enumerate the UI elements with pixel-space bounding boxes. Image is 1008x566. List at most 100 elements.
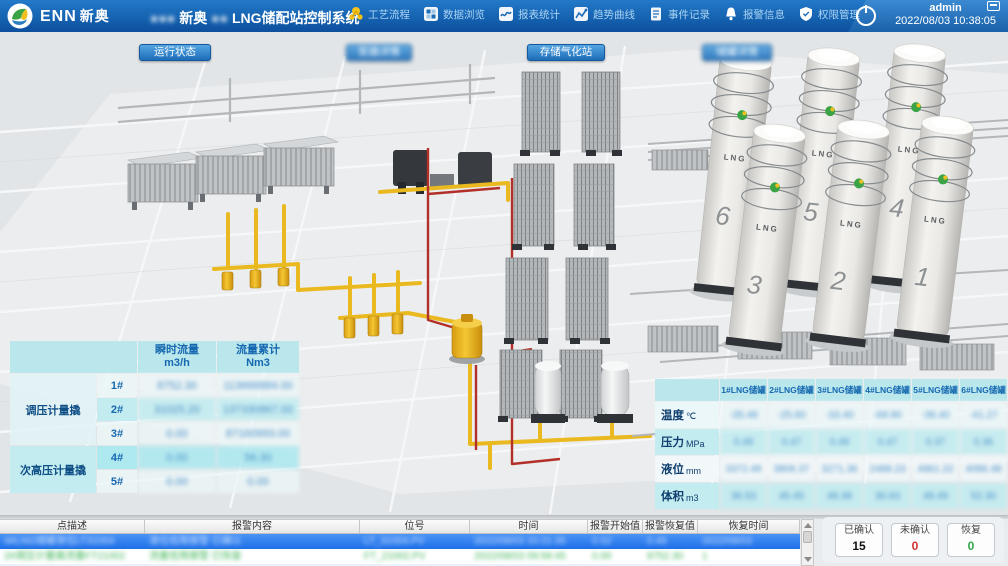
acknowledged-count-box: 已确认 15 [835, 523, 883, 557]
row-label-volume: 体积 m3 [655, 483, 719, 509]
flow-value: 0.00 [138, 470, 216, 493]
group-pressure-regulating: 调压计量撬 [10, 374, 96, 445]
nav-button-pump-skid-detail[interactable]: 泵撬详情 [346, 44, 412, 61]
nav-button-storage-vaporization[interactable]: 存储气化站 [527, 44, 605, 61]
col-alarm-start-value: 报警开始值 [588, 520, 643, 533]
level-value: 3372.49 [720, 456, 767, 482]
tank-col-header: 1#LNG储罐 [720, 379, 767, 401]
toolbar-item-alarm-info[interactable]: 报警信息 [723, 6, 785, 22]
temp-value: -35.48 [720, 402, 767, 428]
temp-value: -41.27 [960, 402, 1007, 428]
alarm-row-selected[interactable]: 4#LNG储罐液位LT31004 液位低限报警 已确认 LT_31004.PV … [0, 534, 800, 549]
pressure-value: 0.47 [768, 429, 815, 455]
flow-value: 0.00 [138, 422, 216, 445]
alarm-summary-panel: 已确认 15 未确认 0 恢复 0 [822, 517, 1004, 563]
level-value: 3806.37 [768, 456, 815, 482]
total-value: 56.30 [217, 446, 299, 469]
alarm-panel: 点描述 报警内容 位号 时间 报警开始值 报警恢复值 恢复时间 4#LNG储罐液… [0, 515, 1008, 566]
unacknowledged-count: 0 [911, 539, 919, 553]
row-id: 4# [97, 446, 137, 469]
row-label-temperature: 温度 ℃ [655, 402, 719, 428]
toolbar-item-event-log[interactable]: 事件记录 [648, 6, 710, 22]
level-value: 2488.23 [864, 456, 911, 482]
pressure-value: 0.36 [960, 429, 1007, 455]
row-id: 5# [97, 470, 137, 493]
power-button[interactable] [856, 5, 876, 26]
tank-col-header: 6#LNG储罐 [960, 379, 1007, 401]
level-value: 3271.36 [816, 456, 863, 482]
tank-parameters-table: 1#LNG储罐 2#LNG储罐 3#LNG储罐 4#LNG储罐 5#LNG储罐 … [655, 379, 1007, 509]
group-sub-high-pressure: 次高压计量撬 [10, 446, 96, 493]
datetime: 2022/08/03 10:38:05 [895, 15, 996, 27]
level-value: 4961.22 [912, 456, 959, 482]
total-value: 87160993.00 [217, 422, 299, 445]
flow-col-header: 瞬时流量 m3/h [138, 341, 216, 373]
odorizer-tank [449, 314, 485, 364]
alarm-scrollbar[interactable] [801, 519, 814, 566]
page-title: ●●● 新奥 ●● LNG储配站控制系统 [150, 10, 360, 26]
nav-button-run-status[interactable]: 运行状态 [139, 44, 211, 61]
process-flow-icon [349, 7, 363, 20]
total-value: 137330867.00 [217, 398, 299, 421]
toolbar-item-permission[interactable]: 权限管理 [798, 6, 860, 22]
total-col-header: 流量累计 Nm3 [217, 341, 299, 373]
total-value: 113666884.00 [217, 374, 299, 397]
volume-value: 30.63 [864, 483, 911, 509]
row-label-pressure: 压力 MPa [655, 429, 719, 455]
trend-curve-icon [574, 7, 588, 21]
volume-value: 52.30 [960, 483, 1007, 509]
col-alarm-recover-value: 报警恢复值 [643, 520, 698, 533]
scroll-up-icon[interactable] [804, 523, 812, 528]
toolbar: 工艺流程 数据浏览 报表统计 趋势曲线 事件记录 报警信息 权限管理 [348, 6, 860, 22]
pressure-value: 0.49 [816, 429, 863, 455]
tank-col-header: 4#LNG储罐 [864, 379, 911, 401]
temp-value: -36.40 [912, 402, 959, 428]
username: admin [929, 2, 962, 14]
alarm-row-recovered[interactable]: 2#调压计量撬流量FT21002 流量低限报警 已恢复 FT_21002.PV … [0, 549, 800, 564]
total-value: 0.00 [217, 470, 299, 493]
nav-button-tank-detail[interactable]: 储罐详情 [702, 44, 772, 61]
level-value: 4096.48 [960, 456, 1007, 482]
volume-value: 45.45 [768, 483, 815, 509]
flow-value: 31025.20 [138, 398, 216, 421]
volume-value: 49.49 [912, 483, 959, 509]
pressure-value: 0.37 [912, 429, 959, 455]
lng-tanks[interactable]: LNG 6 LNG 5 LNG 4 LNG 3 LNG 2 LNG 1 [689, 41, 981, 359]
alarm-table: 点描述 报警内容 位号 时间 报警开始值 报警恢复值 恢复时间 4#LNG储罐液… [0, 519, 800, 566]
col-point-desc: 点描述 [0, 520, 145, 533]
event-log-icon [651, 7, 661, 21]
alarm-bell-icon [726, 7, 736, 21]
flow-value: 8752.30 [138, 374, 216, 397]
recovered-count: 0 [967, 539, 975, 553]
toolbar-item-report-stats[interactable]: 报表统计 [498, 6, 560, 22]
col-alarm-content: 报警内容 [145, 520, 360, 533]
tank-col-header: 5#LNG储罐 [912, 379, 959, 401]
user-block: admin 2022/08/03 10:38:05 [895, 2, 996, 28]
temp-value: -33.40 [816, 402, 863, 428]
flow-table-corner [10, 341, 137, 373]
volume-value: 36.53 [720, 483, 767, 509]
tank-table-corner [655, 379, 719, 401]
alarm-table-header: 点描述 报警内容 位号 时间 报警开始值 报警恢复值 恢复时间 [0, 519, 800, 534]
tank-col-header: 2#LNG储罐 [768, 379, 815, 401]
col-tag: 位号 [360, 520, 470, 533]
row-id: 2# [97, 398, 137, 421]
pressure-value: 0.49 [720, 429, 767, 455]
tank-col-header: 3#LNG储罐 [816, 379, 863, 401]
col-recover-time: 恢复时间 [698, 520, 800, 533]
flow-metering-table: 瞬时流量 m3/h 流量累计 Nm3 调压计量撬 次高压计量撬 1# 8752.30… [10, 341, 299, 493]
toolbar-item-data-browse[interactable]: 数据浏览 [423, 6, 485, 22]
scroll-down-icon[interactable] [804, 557, 812, 562]
pressure-value: 0.47 [864, 429, 911, 455]
data-browse-icon [424, 7, 438, 21]
enn-logo-icon [7, 3, 33, 29]
acknowledged-count: 15 [852, 539, 866, 553]
row-id: 3# [97, 422, 137, 445]
report-stats-icon [499, 7, 513, 21]
toolbar-item-process-flow[interactable]: 工艺流程 [348, 6, 410, 22]
recovered-count-box: 恢复 0 [947, 523, 995, 557]
scroll-thumb[interactable] [803, 531, 812, 543]
toolbar-item-trend-curve[interactable]: 趋势曲线 [573, 6, 635, 22]
col-time: 时间 [470, 520, 588, 533]
permission-shield-icon [800, 7, 812, 21]
